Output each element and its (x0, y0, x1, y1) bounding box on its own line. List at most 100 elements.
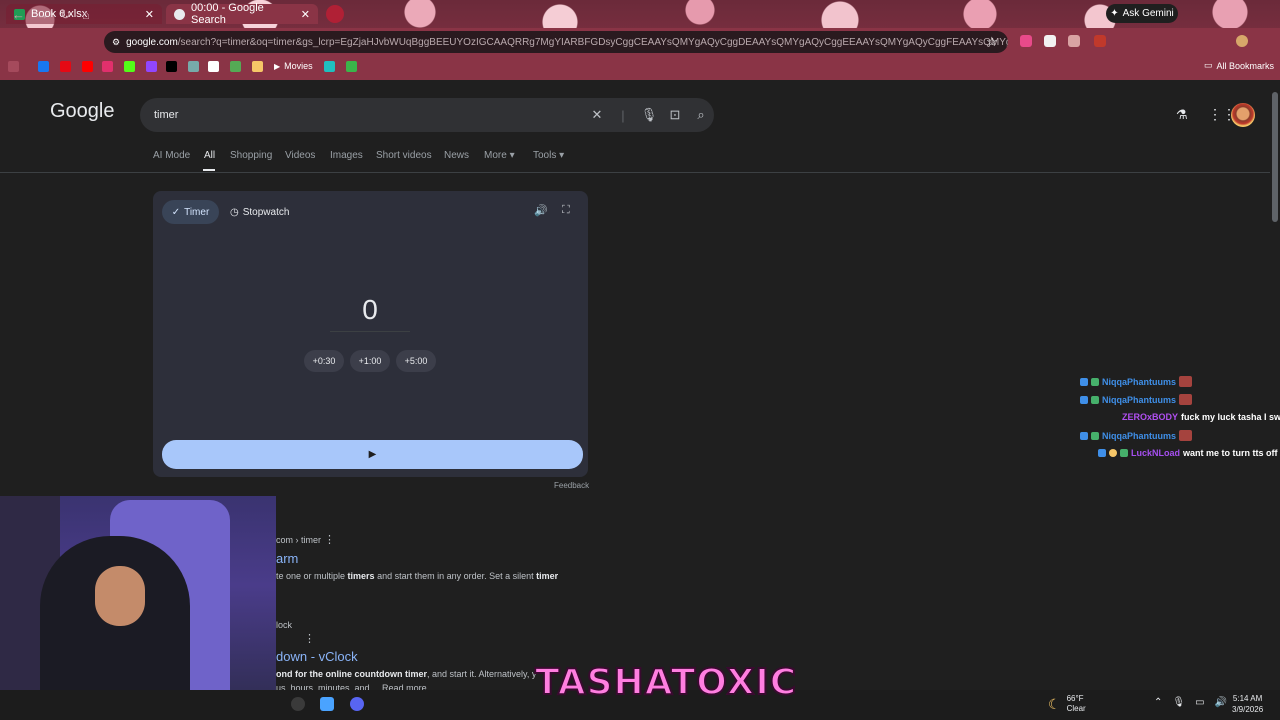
header-divider (0, 172, 1270, 173)
timer-mode-button[interactable]: ✓ Timer (162, 200, 219, 224)
extension-icon[interactable] (1020, 35, 1032, 47)
divider: | (621, 107, 625, 123)
tab-tools[interactable]: Tools ▾ (533, 150, 564, 161)
active-tab-indicator (203, 169, 215, 171)
notepad-taskbar-icon[interactable] (320, 697, 334, 711)
snippet-text: te one or multiple (276, 571, 348, 581)
profile-avatar-icon[interactable] (1236, 35, 1248, 47)
fullscreen-icon[interactable]: ⛶ (562, 204, 570, 217)
volume-icon[interactable]: 🔊 (534, 204, 548, 217)
google-logo[interactable]: Google (50, 100, 115, 123)
reload-icon[interactable]: ↻ (60, 7, 71, 23)
x-icon[interactable] (166, 61, 177, 72)
clock-icon: ◷ (230, 206, 239, 218)
chrome-taskbar-icon[interactable] (291, 697, 305, 711)
instagram-icon[interactable] (102, 61, 113, 72)
result-title-link[interactable]: arm (276, 551, 298, 566)
chevron-up-icon[interactable]: ⌃ (1154, 697, 1162, 708)
taskbar-clock[interactable]: 5:14 AM 3/9/2026 (1232, 693, 1263, 715)
account-avatar[interactable] (1231, 103, 1255, 127)
add-1m-button[interactable]: +1:00 (350, 350, 390, 372)
play-icon: ▶ (274, 61, 281, 71)
volume-icon[interactable]: 🔊 (1215, 697, 1227, 708)
bookmark-icon[interactable] (208, 61, 219, 72)
tab-images[interactable]: Images (330, 150, 363, 161)
bookmark-icon[interactable] (346, 61, 357, 72)
bookmark-icon[interactable] (324, 61, 335, 72)
tab-more[interactable]: More ▾ (484, 150, 515, 161)
more-options-icon[interactable]: ⋮ (304, 632, 315, 645)
chat-message: LuckNLoad want me to turn tts off (1098, 448, 1278, 458)
more-options-icon[interactable]: ⋮ (324, 533, 335, 546)
chat-message: NiqqaPhantuums (1080, 430, 1193, 441)
stopwatch-mode-button[interactable]: ◷ Stopwatch (230, 200, 289, 224)
tab-shopping[interactable]: Shopping (230, 150, 272, 161)
tab-short-videos[interactable]: Short videos (376, 150, 432, 161)
microphone-icon[interactable]: 🎙 (1172, 697, 1185, 708)
start-button[interactable]: ▶ (162, 440, 583, 469)
snippet-text: , and start it. Alternatively, y (427, 669, 537, 679)
add-5m-button[interactable]: +5:00 (396, 350, 436, 372)
lens-icon[interactable]: ⊡ (662, 107, 688, 123)
bookmark-star-icon[interactable]: ☆ (986, 34, 998, 50)
bookmark-icon[interactable] (230, 61, 241, 72)
chat-badge-icon (1098, 449, 1106, 457)
bookmark-movies[interactable]: ▶ Movies (274, 58, 313, 74)
youtube-icon[interactable] (82, 61, 93, 72)
chat-message: NiqqaPhantuums (1080, 376, 1193, 387)
result-title-link[interactable]: down - vClock (276, 649, 358, 664)
chat-username: NiqqaPhantuums (1102, 394, 1177, 405)
chat-text: want me to turn tts off (1183, 448, 1278, 458)
system-tray: ⌃ 🎙 ▭ 🔊 (1154, 697, 1227, 708)
ask-gemini-label: Ask Gemini (1122, 8, 1174, 19)
address-bar[interactable]: ⚙ google.com/search?q=timer&oq=timer&gs_… (104, 31, 1008, 53)
tab-videos[interactable]: Videos (285, 150, 315, 161)
clock-time: 5:14 AM (1232, 694, 1263, 703)
snippet-text: and start them in any order. Set a silen… (374, 571, 537, 581)
forward-icon[interactable]: → (36, 7, 49, 22)
close-tab-icon[interactable]: ✕ (301, 8, 310, 21)
result-snippet: ond for the online countdown timer, and … (276, 669, 536, 679)
chat-badge-icon (1120, 449, 1128, 457)
weather-widget[interactable]: ☾ 66°F Clear (1048, 694, 1086, 714)
all-bookmarks[interactable]: ▭ All Bookmarks (1204, 60, 1274, 71)
tab-ai-mode[interactable]: AI Mode (153, 150, 190, 161)
bookmark-icon[interactable] (252, 61, 263, 72)
labs-flask-icon[interactable]: ⚗ (1176, 107, 1188, 123)
close-tab-icon[interactable]: ✕ (145, 8, 154, 21)
tab-all[interactable]: All (204, 150, 215, 161)
clear-icon[interactable]: ✕ (584, 107, 610, 123)
snippet-bold: timers (347, 571, 375, 581)
chevron-down-icon: ▾ (509, 150, 515, 161)
chat-emote-icon (1179, 430, 1193, 441)
timer-display[interactable]: 0 (330, 294, 410, 326)
feedback-link[interactable]: Feedback (554, 481, 589, 490)
back-icon[interactable]: ← (12, 7, 25, 22)
search-input[interactable]: timer (154, 109, 584, 121)
extension-icon[interactable] (1044, 35, 1056, 47)
new-tab-button[interactable] (326, 5, 344, 23)
webcam-overlay (0, 496, 276, 720)
search-box[interactable]: timer ✕ | 🎙 ⊡ ⌕ (140, 98, 714, 132)
site-info-icon[interactable]: ⚙ (112, 37, 120, 47)
netflix-icon[interactable] (60, 61, 71, 72)
ask-gemini-button[interactable]: ✦ Ask Gemini (1106, 4, 1178, 23)
network-icon[interactable]: ▭ (1195, 697, 1204, 708)
browser-tab-google-search[interactable]: 00:00 - Google Search ✕ (166, 2, 318, 26)
facebook-icon[interactable] (38, 61, 49, 72)
extension-icon[interactable] (1094, 35, 1106, 47)
kick-icon[interactable] (124, 61, 135, 72)
extension-icon[interactable] (1068, 35, 1080, 47)
scrollbar-thumb[interactable] (1272, 92, 1278, 222)
add-30s-button[interactable]: +0:30 (304, 350, 344, 372)
microphone-icon[interactable]: 🎙 (636, 107, 662, 123)
tab-news[interactable]: News (444, 150, 469, 161)
bookmark-icon[interactable] (188, 61, 199, 72)
search-icon[interactable]: ⌕ (688, 107, 714, 123)
chat-emote-icon (1179, 394, 1193, 405)
apps-icon[interactable] (8, 61, 19, 72)
twitch-icon[interactable] (146, 61, 157, 72)
home-icon[interactable]: ⌂ (82, 7, 90, 22)
chat-username: LuckNLoad (1131, 448, 1181, 458)
discord-taskbar-icon[interactable] (350, 697, 364, 711)
